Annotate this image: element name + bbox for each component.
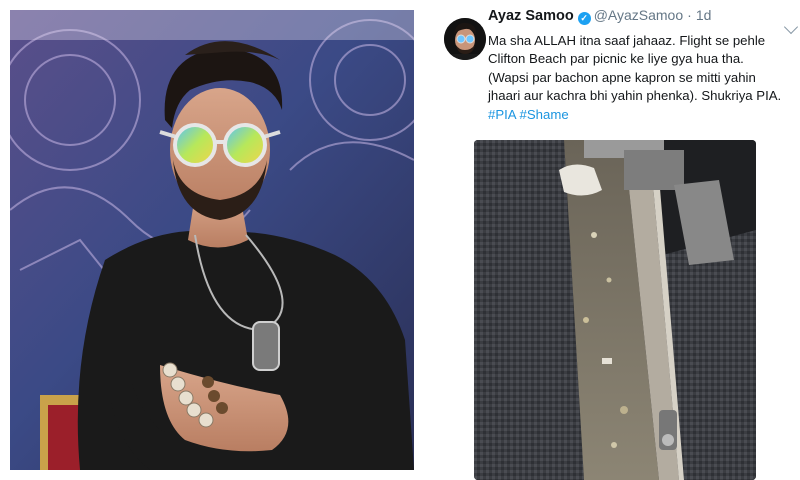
tweet-author-row: Ayaz Samoo ✓ @AyazSamoo · 1d (488, 7, 711, 25)
tweet-body: Ma sha ALLAH itna saaf jahaaz. Flight se… (488, 33, 782, 104)
tweet-timestamp[interactable]: 1d (696, 7, 712, 23)
tweet-card: Ayaz Samoo ✓ @AyazSamoo · 1d Ma sha ALLAH … (432, 0, 800, 480)
tweet-media-image[interactable] (474, 140, 756, 480)
separator-dot: · (687, 7, 692, 23)
display-name[interactable]: Ayaz Samoo (488, 8, 574, 24)
tweet-header: Ayaz Samoo ✓ @AyazSamoo · 1d Ma sha ALLAH … (432, 0, 800, 130)
verified-badge-icon: ✓ (577, 12, 591, 25)
avatar-image (444, 18, 486, 60)
dirty-aircraft-floor-photo (474, 140, 756, 480)
photo-man-in-sunglasses (10, 10, 414, 470)
hashtag-pia[interactable]: #PIA (488, 107, 516, 122)
hashtag-shame[interactable]: #Shame (520, 107, 569, 122)
tweet-text: Ma sha ALLAH itna saaf jahaaz. Flight se… (488, 32, 788, 124)
avatar[interactable] (444, 18, 486, 60)
user-handle[interactable]: @AyazSamoo (594, 7, 683, 23)
